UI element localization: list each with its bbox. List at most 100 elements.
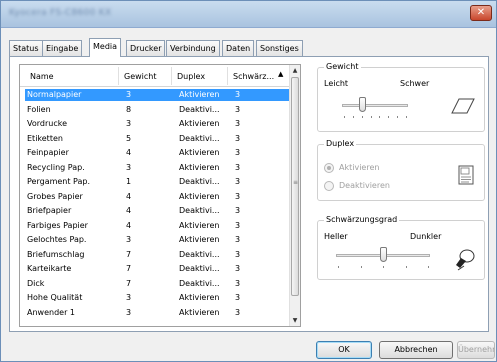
cell-name: Farbiges Papier	[27, 220, 88, 230]
duplex-off-radio[interactable]	[324, 181, 334, 191]
cell-duplex: Aktivieren	[179, 148, 220, 157]
gewicht-slider-track[interactable]	[342, 104, 408, 107]
tab-daten[interactable]: Daten	[222, 40, 255, 56]
cell-name: Gelochtes Pap.	[27, 235, 87, 244]
cell-gewicht: 4	[126, 191, 132, 201]
scrollbar-thumb[interactable]: ≡	[291, 77, 299, 296]
column-header-name[interactable]: Name	[30, 72, 54, 81]
cell-duplex: Aktivieren	[179, 191, 220, 201]
tab-media[interactable]: Media	[89, 38, 122, 57]
ok-button[interactable]: OK	[316, 341, 372, 359]
list-item[interactable]: Gelochtes Pap. 3 Aktivieren 3	[25, 234, 291, 246]
schwaerzung-slider-thumb[interactable]	[380, 247, 387, 262]
slider-tick	[352, 116, 354, 118]
close-button[interactable]: ✕	[470, 5, 492, 21]
cell-schwaerzung: 3	[235, 206, 241, 215]
cancel-button[interactable]: Abbrechen	[379, 341, 453, 359]
cell-duplex: Aktivieren	[179, 307, 220, 317]
list-item[interactable]: Karteikarte 7 Deaktivi... 3	[25, 263, 291, 275]
cell-gewicht: 7	[126, 249, 132, 259]
column-header-gewicht[interactable]: Gewicht	[124, 72, 157, 81]
cell-schwaerzung: 3	[235, 264, 241, 273]
list-item[interactable]: Briefpapier 4 Deaktivi... 3	[25, 205, 291, 217]
cell-name: Hohe Qualität	[27, 293, 83, 302]
list-item[interactable]: Folien 8 Deaktivi... 3	[25, 104, 291, 116]
slider-tick	[383, 266, 384, 268]
cell-duplex: Deaktivi...	[179, 278, 220, 288]
list-item[interactable]: Pergament Pap. 1 Deaktivi... 3	[25, 176, 291, 188]
slider-tick	[344, 116, 345, 118]
cell-name: Grobes Papier	[27, 191, 83, 201]
gewicht-slider-ticks	[344, 116, 407, 118]
slider-tick	[406, 116, 407, 118]
slider-tick	[388, 116, 390, 118]
cell-duplex: Aktivieren	[179, 235, 220, 244]
gewicht-slider-thumb[interactable]	[358, 97, 366, 112]
list-header: Name Gewicht Duplex Schwärz... ▲	[20, 65, 290, 87]
tab-status[interactable]: Status	[9, 40, 43, 56]
cell-gewicht: 3	[126, 90, 132, 99]
cell-gewicht: 4	[126, 148, 132, 157]
list-item[interactable]: Normalpapier 3 Aktivieren 3	[25, 89, 291, 101]
duplex-document-icon	[458, 165, 474, 185]
cell-gewicht: 8	[126, 104, 132, 114]
cell-schwaerzung: 3	[235, 220, 241, 230]
duplex-off-label[interactable]: Deaktivieren	[339, 181, 390, 190]
cell-name: Karteikarte	[27, 264, 72, 273]
sort-arrow-icon: ▲	[278, 70, 284, 78]
cell-name: Briefpapier	[27, 206, 72, 215]
slider-tick	[360, 266, 362, 268]
scroll-up-arrow-icon[interactable]: ▲	[290, 65, 300, 76]
list-item[interactable]: Farbiges Papier 4 Aktivieren 3	[25, 220, 291, 232]
cell-schwaerzung: 3	[235, 293, 241, 302]
title-bar[interactable]: Kyocera FS-C8600 KX ✕	[1, 1, 496, 28]
gewicht-group: Gewicht Leicht Schwer	[317, 62, 485, 132]
list-item[interactable]: Hohe Qualität 3 Aktivieren 3	[25, 292, 291, 304]
column-header-duplex[interactable]: Duplex	[177, 72, 205, 81]
tab-sonstiges[interactable]: Sonstiges	[256, 40, 303, 56]
tab-verbindung[interactable]: Verbindung	[166, 40, 220, 56]
schwaerzungsgrad-group-title: Schwärzungsgrad	[324, 215, 400, 224]
duplex-on-label[interactable]: Aktivieren	[339, 163, 379, 172]
list-item[interactable]: Etiketten 5 Deaktivi... 3	[25, 133, 291, 145]
list-item[interactable]: Feinpapier 4 Aktivieren 3	[25, 147, 291, 159]
list-item[interactable]: Anwender 1 3 Aktivieren 3	[25, 307, 291, 319]
column-divider	[171, 67, 172, 85]
slider-tick	[428, 266, 429, 268]
column-header-schwaerzung[interactable]: Schwärz...	[233, 72, 274, 81]
media-type-list[interactable]: Name Gewicht Duplex Schwärz... ▲ Normalp…	[19, 64, 301, 327]
cell-duplex: Aktivieren	[179, 119, 220, 128]
paper-sheet-icon	[451, 98, 475, 114]
apply-button[interactable]: Übernehmen	[457, 341, 495, 359]
cell-duplex: Aktivieren	[179, 162, 220, 172]
scroll-down-arrow-icon[interactable]: ▼	[290, 315, 300, 326]
cell-duplex: Aktivieren	[179, 90, 220, 99]
list-item[interactable]: Grobes Papier 4 Aktivieren 3	[25, 191, 291, 203]
list-scrollbar[interactable]: ▲ ≡ ▼	[289, 65, 300, 326]
cell-duplex: Deaktivi...	[179, 249, 220, 259]
cell-name: Etiketten	[27, 133, 63, 143]
cell-gewicht: 1	[126, 177, 132, 186]
cell-gewicht: 3	[126, 235, 132, 244]
list-item[interactable]: Dick 7 Deaktivi... 3	[25, 278, 291, 290]
tab-eingabe[interactable]: Eingabe	[42, 40, 83, 56]
cell-schwaerzung: 3	[235, 119, 241, 128]
slider-tick	[338, 266, 339, 268]
schwaerzungsgrad-group: Schwärzungsgrad Heller Dunkler	[317, 215, 485, 280]
tab-drucker[interactable]: Drucker	[126, 40, 166, 56]
cell-schwaerzung: 3	[235, 307, 241, 317]
grip-icon: ≡	[293, 179, 299, 186]
cell-duplex: Aktivieren	[179, 293, 220, 302]
list-item[interactable]: Briefumschlag 7 Deaktivi... 3	[25, 249, 291, 261]
column-divider	[118, 67, 119, 85]
cell-gewicht: 4	[126, 220, 132, 230]
column-divider	[227, 67, 228, 85]
cell-schwaerzung: 3	[235, 278, 241, 288]
duplex-group-title: Duplex	[324, 139, 357, 148]
gewicht-min-label: Leicht	[324, 79, 349, 88]
cell-name: Dick	[27, 278, 45, 288]
list-item[interactable]: Recycling Pap. 3 Aktivieren 3	[25, 162, 291, 174]
duplex-on-radio[interactable]	[324, 163, 334, 173]
list-item[interactable]: Vordrucke 3 Aktivieren 3	[25, 118, 291, 130]
cell-duplex: Deaktivi...	[179, 264, 220, 273]
